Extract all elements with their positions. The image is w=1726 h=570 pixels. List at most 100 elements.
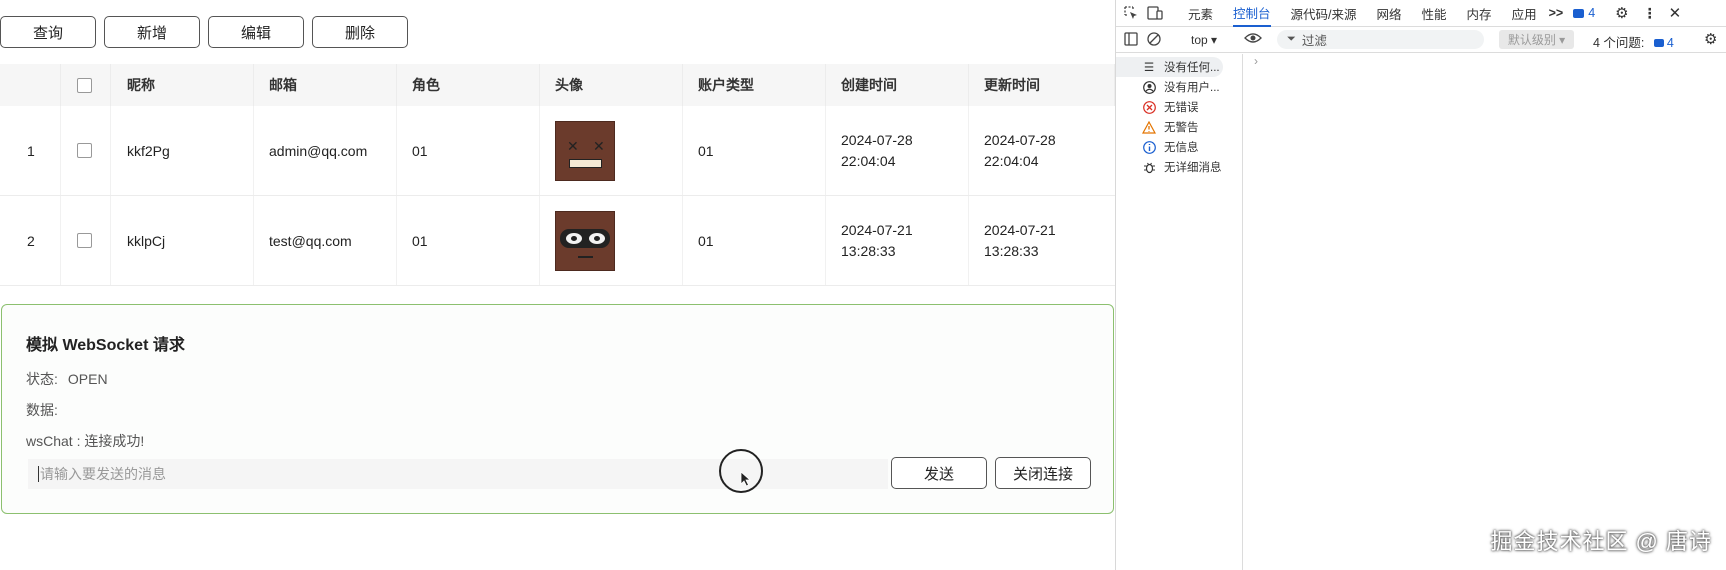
avatar (555, 210, 615, 271)
avatar-eye-icon (589, 232, 605, 244)
avatar-mouth (578, 255, 593, 258)
ws-status-value: OPEN (67, 371, 108, 387)
filter-placeholder: 过滤 (1301, 34, 1327, 48)
edit-button[interactable]: 编辑 (208, 16, 304, 48)
header-select-all (61, 64, 111, 106)
row-account-type: 01 (683, 196, 826, 285)
tab-performance[interactable]: 性能 (1422, 0, 1447, 27)
tab-application[interactable]: 应用 (1512, 0, 1537, 27)
row-nickname: kklpCj (111, 196, 254, 285)
sidebar-item-messages[interactable]: ☰ 没有任何... (1116, 57, 1223, 77)
header-account-type: 账户类型 (683, 64, 826, 106)
console-settings-icon[interactable]: ⚙ (1704, 30, 1717, 48)
row-avatar-cell (540, 196, 683, 285)
sidebar-toggle-icon[interactable] (1124, 32, 1138, 49)
close-connection-button[interactable]: 关闭连接 (995, 457, 1091, 489)
list-icon: ☰ (1143, 62, 1155, 74)
ws-status-label: 状态: (26, 371, 58, 387)
tab-network[interactable]: 网络 (1377, 0, 1402, 27)
row-role: 01 (397, 106, 540, 195)
devtools-panel: 元素 控制台 源代码/来源 网络 性能 内存 应用 >> 4 ⚙ ⋮ ✕ top… (1115, 0, 1726, 570)
row-role: 01 (397, 196, 540, 285)
query-button[interactable]: 查询 (0, 16, 96, 48)
websocket-title: 模拟 WebSocket 请求 (26, 337, 185, 354)
console-filter-input[interactable]: ⏷ 过滤 (1277, 30, 1484, 49)
sidebar-item-verbose[interactable]: 无详细消息 (1116, 157, 1242, 177)
issues-count-value: 4 (1666, 36, 1674, 50)
avatar-mouth (569, 158, 602, 168)
send-button[interactable]: 发送 (891, 457, 987, 489)
ws-status: 状态: OPEN (26, 369, 108, 389)
messages-count: 4 (1588, 6, 1596, 20)
add-button[interactable]: 新增 (104, 16, 200, 48)
issues-counter[interactable]: 4 个问题: 4 (1593, 32, 1674, 51)
sidebar-item-label: 没有任何... (1164, 62, 1220, 74)
user-icon (1140, 80, 1158, 94)
row-checkbox[interactable] (77, 233, 92, 248)
header-created: 创建时间 (826, 64, 969, 106)
sidebar-item-warnings[interactable]: 无警告 (1116, 117, 1242, 137)
error-icon (1140, 100, 1158, 114)
row-email: admin@qq.com (254, 106, 397, 195)
ws-data-label: 数据: (26, 402, 58, 418)
row-email: test@qq.com (254, 196, 397, 285)
avatar-eye-icon: ✕ (593, 137, 605, 154)
row-index: 2 (0, 196, 61, 285)
close-icon[interactable]: ✕ (1669, 4, 1682, 22)
console-prompt-caret[interactable]: › (1254, 54, 1258, 68)
toolbar: 查询 新增 编辑 删除 (0, 16, 408, 48)
messages-badge[interactable]: 4 (1573, 6, 1595, 20)
settings-icon[interactable]: ⚙ (1615, 4, 1628, 22)
issues-label: 4 个问题: (1593, 36, 1645, 50)
tab-memory[interactable]: 内存 (1467, 0, 1492, 27)
bug-icon (1140, 161, 1158, 174)
more-options-icon[interactable]: ⋮ (1643, 5, 1657, 22)
sidebar-item-label: 没有用户... (1164, 82, 1220, 94)
tab-elements[interactable]: 元素 (1188, 0, 1213, 27)
ws-message: wsChat : 连接成功! (26, 433, 145, 449)
filter-icon: ⏷ (1287, 33, 1296, 45)
created-date: 2024-07-21 (841, 221, 913, 238)
row-checkbox[interactable] (77, 143, 92, 158)
sidebar-item-errors[interactable]: 无错误 (1116, 97, 1242, 117)
devtools-tabbar: 元素 控制台 源代码/来源 网络 性能 内存 应用 >> 4 ⚙ ⋮ ✕ (1116, 0, 1726, 27)
created-time: 13:28:33 (841, 242, 896, 259)
mouse-cursor-icon (719, 449, 763, 493)
live-expression-eye-icon[interactable] (1244, 31, 1262, 48)
watermark: 掘金技术社区 @ 唐诗 (1490, 529, 1712, 554)
delete-button[interactable]: 删除 (312, 16, 408, 48)
sidebar-item-label: 无警告 (1164, 122, 1199, 134)
inspect-element-icon[interactable] (1122, 4, 1140, 22)
table-row[interactable]: 1 kkf2Pg admin@qq.com 01 ✕ ✕ 01 2024-07-… (0, 106, 1115, 196)
row-checkbox-cell (61, 106, 111, 195)
tab-console[interactable]: 控制台 (1233, 0, 1271, 27)
row-updated: 2024-07-28 22:04:04 (969, 106, 1115, 195)
websocket-panel: 模拟 WebSocket 请求 状态: OPEN 数据: wsChat : 连接成… (1, 304, 1114, 514)
table-row[interactable]: 2 kklpCj test@qq.com 01 01 2024-07-21 13:… (0, 196, 1115, 286)
updated-time: 13:28:33 (984, 242, 1039, 259)
updated-date: 2024-07-21 (984, 221, 1056, 238)
log-levels-select[interactable]: 默认级别 ▾ (1499, 30, 1574, 49)
issues-count: 4 (1653, 36, 1674, 50)
clear-console-icon[interactable] (1147, 32, 1161, 49)
header-role: 角色 (397, 64, 540, 106)
row-updated: 2024-07-21 13:28:33 (969, 196, 1115, 285)
avatar-eye-icon (566, 232, 582, 244)
more-tabs-button[interactable]: >> (1549, 6, 1564, 20)
updated-date: 2024-07-28 (984, 131, 1056, 148)
table-header: 昵称 邮箱 角色 头像 账户类型 创建时间 更新时间 (0, 64, 1115, 106)
context-select[interactable]: top ▾ (1191, 33, 1217, 47)
row-created: 2024-07-21 13:28:33 (826, 196, 969, 285)
warning-icon (1140, 120, 1158, 134)
select-all-checkbox[interactable] (77, 77, 92, 93)
sidebar-item-label: 无信息 (1164, 142, 1199, 154)
text-caret (38, 466, 39, 482)
device-toggle-icon[interactable] (1146, 4, 1164, 22)
message-input-placeholder: 请输入要发送的消息 (40, 466, 166, 482)
header-updated: 更新时间 (969, 64, 1115, 106)
row-index: 1 (0, 106, 61, 195)
sidebar-item-user-messages[interactable]: 没有用户... (1116, 77, 1242, 97)
tab-sources[interactable]: 源代码/来源 (1291, 0, 1357, 27)
user-table: 昵称 邮箱 角色 头像 账户类型 创建时间 更新时间 1 kkf2Pg admi… (0, 64, 1115, 286)
sidebar-item-info[interactable]: 无信息 (1116, 137, 1242, 157)
